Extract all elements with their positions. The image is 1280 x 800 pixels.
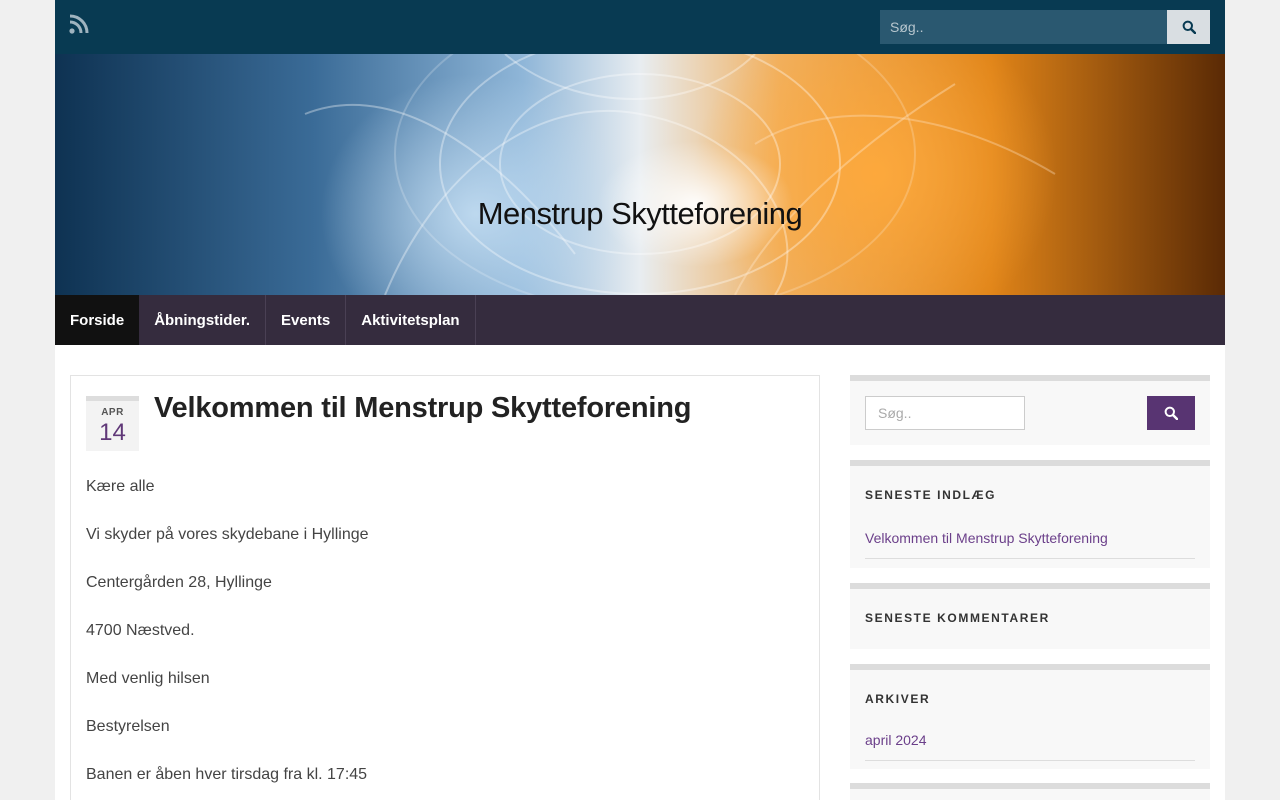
post-paragraph: Med venlig hilsen bbox=[86, 670, 210, 687]
sidebar-search-input[interactable] bbox=[865, 396, 1025, 430]
header-banner: Menstrup Skytteforening bbox=[55, 54, 1225, 295]
post-date-badge: APR 14 bbox=[86, 396, 139, 451]
post-paragraph: Banen er åben hver tirsdag fra kl. 17:45 bbox=[86, 766, 368, 783]
post-title[interactable]: Velkommen til Menstrup Skytteforening bbox=[154, 392, 691, 425]
post-paragraph: Bestyrelsen bbox=[86, 718, 170, 735]
nav-item-aktivitetsplan[interactable]: Aktivitetsplan bbox=[346, 295, 476, 345]
top-search-form bbox=[880, 10, 1210, 44]
page-wrapper: Menstrup Skytteforening Forside Åbningst… bbox=[55, 0, 1225, 800]
search-icon bbox=[1164, 406, 1178, 420]
site-title[interactable]: Menstrup Skytteforening bbox=[55, 196, 1225, 232]
main-navigation: Forside Åbningstider. Events Aktivitetsp… bbox=[55, 295, 1225, 345]
top-search-button[interactable] bbox=[1167, 10, 1210, 44]
nav-item-events[interactable]: Events bbox=[266, 295, 347, 345]
post-paragraph: Vi skyder på vores skydebane i Hyllinge bbox=[86, 526, 369, 543]
recent-posts-widget: SENESTE INDLÆG Velkommen til Menstrup Sk… bbox=[850, 460, 1210, 568]
top-search-input[interactable] bbox=[880, 10, 1167, 44]
widget-title: ARKIVER bbox=[865, 692, 931, 706]
sidebar-search-button[interactable] bbox=[1147, 396, 1195, 430]
sidebar-search-widget bbox=[850, 375, 1210, 445]
post-date-day: 14 bbox=[99, 419, 126, 446]
top-bar bbox=[55, 0, 1225, 54]
archive-link[interactable]: april 2024 bbox=[865, 732, 1195, 761]
post-article: APR 14 Velkommen til Menstrup Skyttefore… bbox=[70, 375, 820, 800]
post-paragraph: 4700 Næstved. bbox=[86, 622, 195, 639]
post-content: Kære alle Vi skyder på vores skydebane i… bbox=[86, 478, 369, 800]
banner-swirl-image bbox=[304, 54, 1056, 295]
recent-comments-widget: SENESTE KOMMENTARER bbox=[850, 583, 1210, 649]
widget-title: SENESTE INDLÆG bbox=[865, 488, 997, 502]
post-date-month: APR bbox=[101, 407, 124, 418]
recent-post-link[interactable]: Velkommen til Menstrup Skytteforening bbox=[865, 530, 1195, 559]
rss-icon[interactable] bbox=[69, 14, 89, 34]
post-paragraph: Centergården 28, Hyllinge bbox=[86, 574, 272, 591]
search-icon bbox=[1182, 20, 1196, 34]
nav-item-forside[interactable]: Forside bbox=[55, 295, 140, 345]
archives-widget: ARKIVER april 2024 bbox=[850, 664, 1210, 769]
post-paragraph: Kære alle bbox=[86, 478, 155, 495]
widget-title: SENESTE KOMMENTARER bbox=[865, 611, 1050, 625]
sidebar-widget bbox=[850, 783, 1210, 800]
nav-item-abningstider[interactable]: Åbningstider. bbox=[139, 295, 267, 345]
